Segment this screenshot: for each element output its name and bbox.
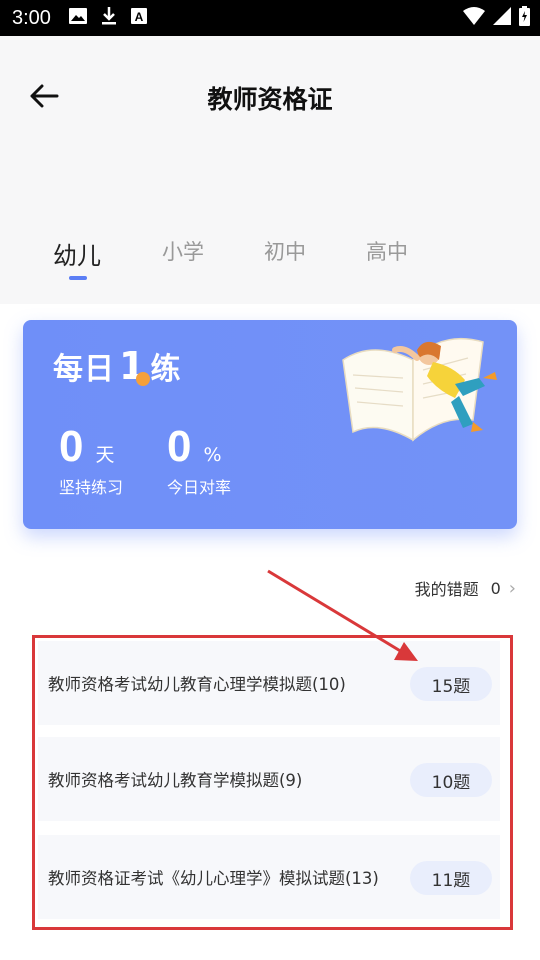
streak-value: 0 (59, 422, 84, 471)
accuracy-value: 0 (167, 422, 192, 471)
accuracy-stat: 0% 今日对率 (167, 422, 231, 498)
download-icon (101, 7, 117, 29)
highlight-box (32, 635, 513, 930)
tab-kindergarten[interactable]: 幼儿 (53, 236, 101, 271)
tab-senior-high[interactable]: 高中 (366, 236, 408, 266)
header: 教师资格证 幼儿 小学 初中 高中 (0, 36, 540, 304)
status-time: 3:00 (12, 6, 51, 29)
page-title: 教师资格证 (207, 85, 333, 114)
reading-girl-illustration (342, 337, 497, 442)
tab-junior-high[interactable]: 初中 (264, 236, 306, 266)
orange-dot-icon (136, 372, 151, 386)
status-bar: 3:00 A (0, 0, 540, 36)
accuracy-label: 今日对率 (167, 478, 232, 497)
text-a-icon: A (130, 8, 147, 28)
svg-text:A: A (135, 10, 144, 24)
daily-practice-card[interactable]: 每日 1 练 0天 坚持练习 0% 今日对率 (23, 320, 517, 529)
status-icons-left: A (68, 7, 147, 29)
title-post: 练 (150, 352, 182, 387)
tab-primary[interactable]: 小学 (162, 236, 204, 266)
streak-label: 坚持练习 (59, 478, 124, 497)
chevron-right-icon: › (508, 577, 516, 599)
status-icons-right (463, 0, 530, 36)
image-icon (68, 8, 87, 28)
accuracy-unit: % (203, 444, 222, 466)
my-mistakes-link[interactable]: 我的错题 0 › (415, 576, 516, 600)
streak-unit: 天 (95, 444, 115, 466)
title-number: 1 (119, 344, 151, 388)
mistakes-label: 我的错题 (414, 580, 479, 599)
title-pre: 每日 (53, 352, 115, 387)
wifi-icon (463, 7, 485, 29)
signal-icon (493, 7, 511, 29)
daily-card-title: 每日 1 练 (53, 344, 181, 388)
battery-icon (519, 6, 530, 30)
mistakes-count: 0 (490, 578, 501, 598)
streak-stat: 0天 坚持练习 (59, 422, 123, 498)
active-tab-indicator (69, 276, 87, 280)
